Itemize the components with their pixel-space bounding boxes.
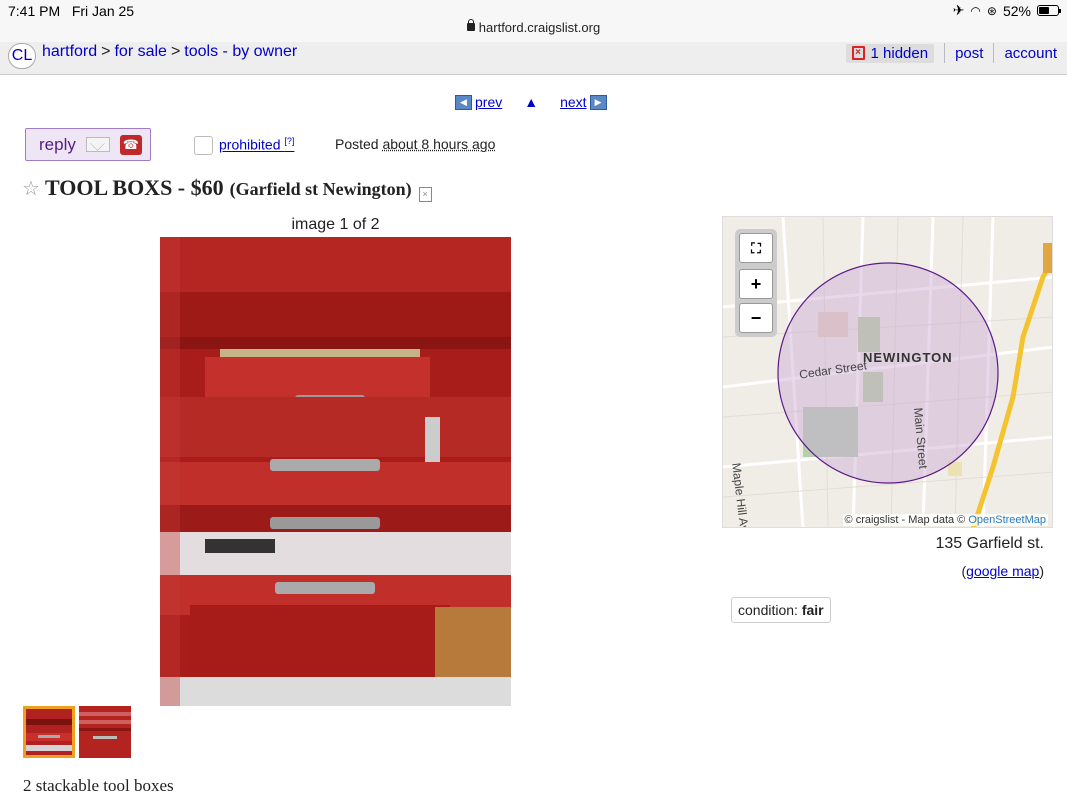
phone-icon: ☎	[119, 134, 142, 155]
hidden-x-icon: ×	[851, 46, 865, 60]
hide-posting-icon[interactable]: ×	[418, 187, 432, 202]
prohibited-label: prohibited	[219, 136, 281, 153]
listing-photo[interactable]	[160, 237, 511, 706]
thumbnail-strip	[23, 706, 131, 758]
condition-value: fair	[801, 602, 824, 618]
zoom-out-icon[interactable]: −	[739, 303, 773, 333]
lock-icon	[466, 19, 475, 31]
prev-arrow-icon[interactable]: ◀	[455, 94, 472, 110]
reply-label: reply	[39, 134, 76, 154]
wifi-icon: ◠	[970, 3, 981, 18]
prohibited-help[interactable]: [?]	[284, 136, 294, 146]
posting-location: (Garfield st Newington)	[229, 179, 412, 199]
battery-percent: 52%	[1002, 2, 1031, 19]
openstreetmap-link[interactable]: OpenStreetMap	[968, 514, 1046, 526]
image-counter: image 1 of 2	[291, 216, 380, 233]
location-map[interactable]: NEWINGTON Cedar Street Maple Hill Avenue…	[722, 216, 1053, 528]
breadcrumb: hartford > for sale > tools - by owner	[42, 43, 298, 60]
map-address: 135 Garfield st.	[935, 535, 1045, 552]
orientation-lock-icon: ⊛	[986, 3, 997, 18]
clock-time: 7:41 PM	[8, 3, 61, 19]
zoom-in-icon[interactable]: +	[739, 269, 773, 299]
map-town-label: NEWINGTON	[863, 350, 953, 365]
map-credit: © craigslist - Map data © OpenStreetMap	[842, 514, 1048, 526]
up-link[interactable]: ▲	[524, 94, 538, 110]
hidden-count-label: 1 hidden	[870, 44, 929, 62]
hidden-postings-button[interactable]: × 1 hidden	[845, 43, 935, 63]
prohibited-checkbox[interactable]	[194, 136, 213, 155]
next-arrow-icon[interactable]: ▶	[589, 94, 607, 110]
thumbnail-1[interactable]	[23, 706, 75, 758]
clock-date: Fri Jan 25	[71, 3, 135, 19]
star-icon[interactable]: ☆	[22, 176, 40, 201]
breadcrumb-for-sale[interactable]: for sale	[114, 43, 166, 60]
posted-time: Posted about 8 hours ago	[335, 136, 495, 152]
breadcrumb-tools-by-owner[interactable]: tools - by owner	[184, 43, 297, 60]
posted-ago: about 8 hours ago	[382, 136, 496, 152]
post-link[interactable]: post	[955, 45, 983, 62]
google-map-link-wrapper: (google map)	[961, 563, 1044, 579]
reply-button[interactable]: reply ☎	[25, 128, 151, 161]
condition-attribute: condition: fair	[731, 597, 831, 623]
url-text: hartford.craigslist.org	[478, 20, 601, 35]
ios-status-bar: 7:41 PM Fri Jan 25 ✈ ◠ ⊛ 52% hartford.cr…	[0, 0, 1067, 42]
map-credit-text: © craigslist - Map data ©	[844, 514, 966, 526]
account-link[interactable]: account	[1004, 45, 1057, 62]
prohibited-link[interactable]: prohibited [?]	[219, 136, 294, 153]
status-time: 7:41 PM Fri Jan 25	[8, 3, 134, 19]
prev-next-nav: ◀ prev ▲ next ▶	[455, 94, 607, 110]
craigslist-header: CL hartford > for sale > tools - by owner × …	[0, 42, 1067, 75]
condition-label: condition:	[738, 602, 798, 618]
thumbnail-2[interactable]	[79, 706, 131, 758]
posting-title-text: TOOL BOXS - $60	[44, 175, 224, 200]
posted-prefix: Posted	[335, 136, 379, 152]
posting-title: ☆ TOOL BOXS - $60 (Garfield st Newington…	[22, 175, 432, 202]
next-link[interactable]: next	[560, 94, 586, 110]
posting-body: 2 stackable tool boxes	[23, 776, 174, 795]
map-controls: ⛶ + −	[735, 229, 777, 337]
google-map-link[interactable]: google map	[966, 563, 1039, 579]
breadcrumb-hartford[interactable]: hartford	[42, 43, 97, 60]
craigslist-logo[interactable]: CL	[8, 43, 36, 69]
battery-icon	[1037, 5, 1061, 16]
status-indicators: ✈ ◠ ⊛ 52%	[952, 2, 1061, 19]
prev-link[interactable]: prev	[475, 94, 502, 110]
header-links: × 1 hidden post account	[845, 42, 1057, 64]
envelope-icon	[85, 137, 110, 152]
fullscreen-icon[interactable]: ⛶	[739, 233, 773, 263]
airplane-icon: ✈	[952, 2, 965, 18]
url-bar[interactable]: hartford.craigslist.org	[0, 19, 1067, 35]
